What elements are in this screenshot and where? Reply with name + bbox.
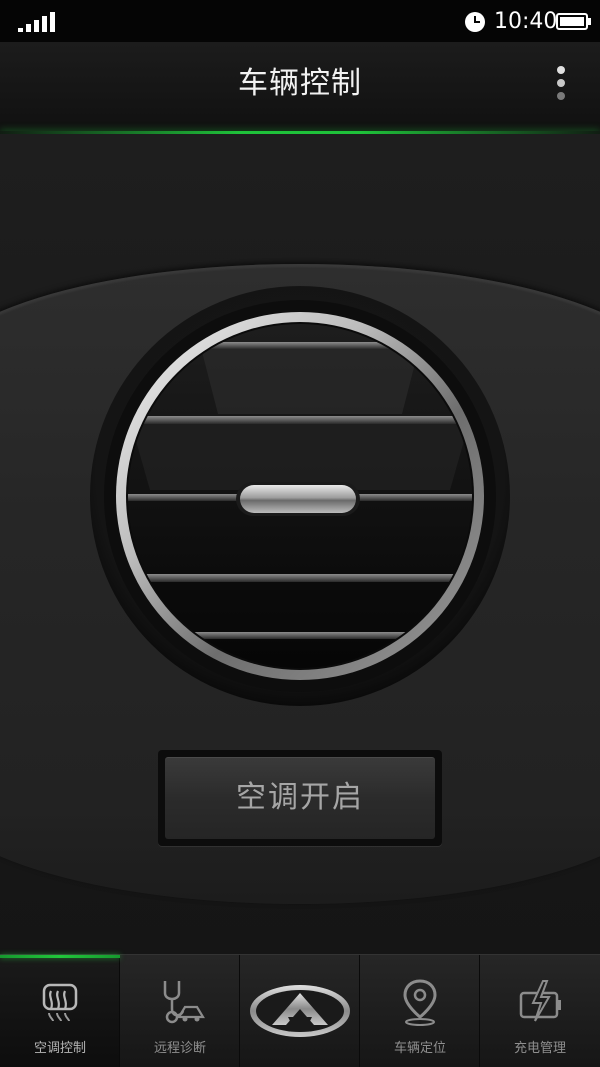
air-vent-graphic xyxy=(90,286,510,706)
nav-item-ac-control[interactable]: 空调控制 xyxy=(0,955,120,1067)
title-bar: 车辆控制 xyxy=(0,42,600,134)
main-content: 空调开启 xyxy=(0,134,600,954)
nav-item-vehicle-location[interactable]: 车辆定位 xyxy=(360,955,480,1067)
vehicle-control-screen: 10:40 车辆控制 空调开启 空调控制 远程诊断 车辆定位 充电管理 xyxy=(0,0,600,1067)
battery-charging-icon xyxy=(519,980,561,1022)
location-pin-icon xyxy=(403,979,437,1026)
active-tab-indicator xyxy=(0,955,120,958)
air-vent-icon xyxy=(42,983,78,1022)
nav-label-ac-control: 空调控制 xyxy=(33,1041,86,1056)
signal-strength-icon xyxy=(18,12,60,32)
nav-item-brand-home[interactable] xyxy=(240,955,360,1067)
stethoscope-car-icon xyxy=(163,981,205,1024)
more-vertical-icon[interactable] xyxy=(550,64,572,104)
nav-item-charging[interactable]: 充电管理 xyxy=(480,955,600,1067)
nav-item-remote-diagnosis[interactable]: 远程诊断 xyxy=(120,955,240,1067)
status-time: 10:40 xyxy=(494,9,558,34)
brand-logo-icon xyxy=(250,985,350,1037)
battery-icon xyxy=(556,13,591,30)
air-vent-dial[interactable] xyxy=(90,286,510,706)
page-title: 车辆控制 xyxy=(238,66,362,101)
alarm-clock-icon xyxy=(465,12,485,32)
nav-label-remote-diagnosis: 远程诊断 xyxy=(153,1041,206,1056)
ac-toggle-label: 空调开启 xyxy=(236,780,364,815)
nav-label-charging: 充电管理 xyxy=(513,1041,566,1056)
ac-toggle-button[interactable]: 空调开启 xyxy=(158,750,442,846)
nav-label-vehicle-location: 车辆定位 xyxy=(393,1041,446,1056)
bottom-navigation: 空调控制 远程诊断 车辆定位 充电管理 xyxy=(0,954,600,1067)
status-bar: 10:40 xyxy=(0,0,600,42)
